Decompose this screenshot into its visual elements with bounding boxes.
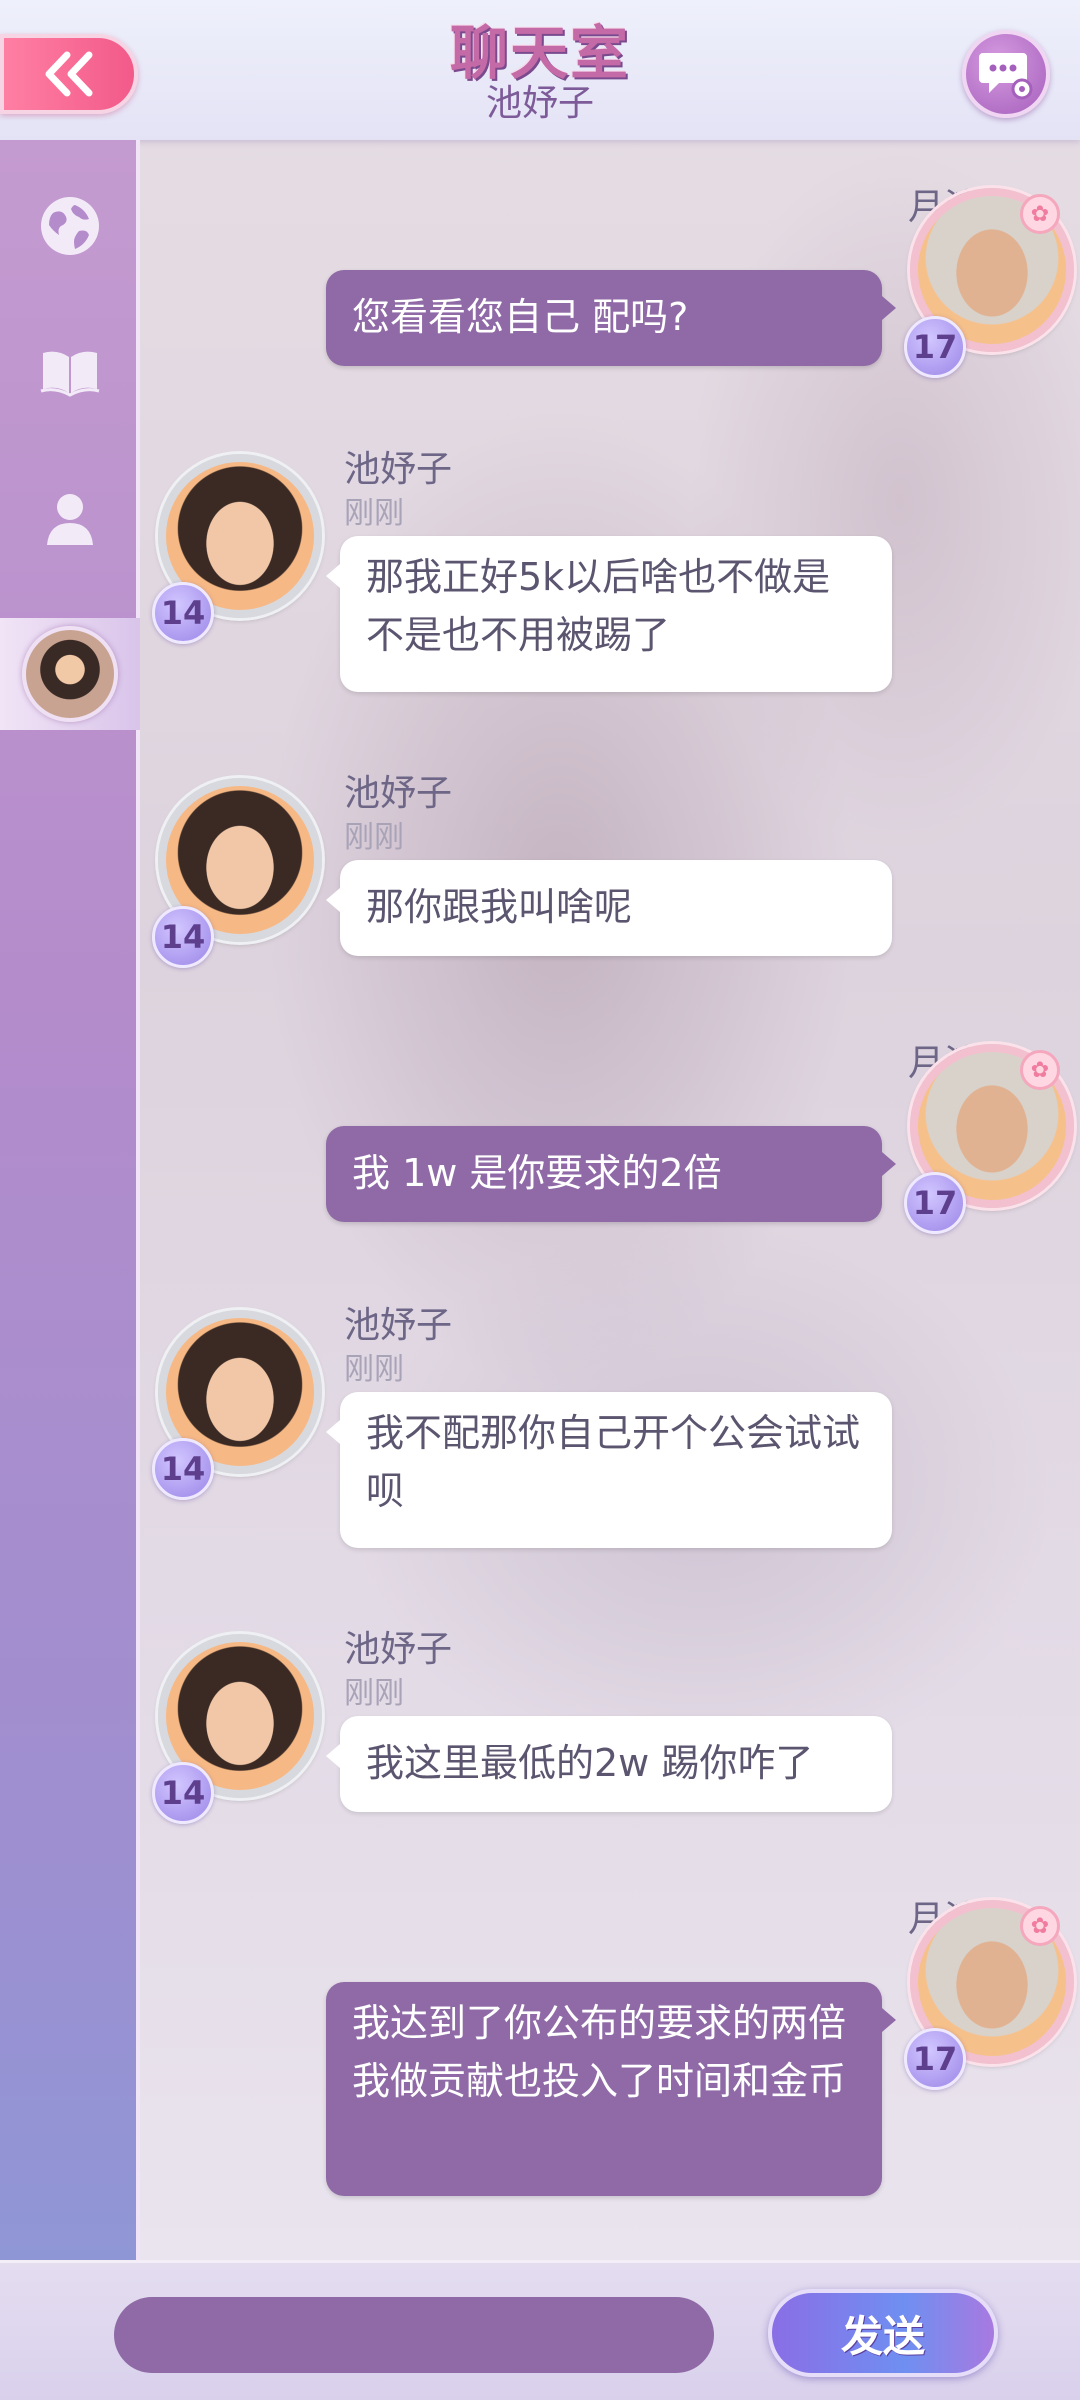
level-badge: 17 bbox=[904, 2028, 966, 2090]
sender-name: 池妤子 bbox=[344, 1305, 453, 1346]
message-bubble[interactable]: 我 1w 是你要求的2倍 bbox=[326, 1126, 896, 1222]
message-bubble[interactable]: 我达到了你公布的要求的两倍 我做贡献也投入了时间和金币 bbox=[326, 1982, 896, 2196]
sender-name: 池妤子 bbox=[344, 773, 453, 814]
message-composer: 发送 bbox=[0, 2260, 1080, 2400]
paw-icon: ✿ bbox=[1020, 1050, 1060, 1090]
chat-message-list[interactable]: 月渡 刚刚 您看看您自己 配吗? ✿ 17 14 池妤子 刚刚 那我正好5k以后… bbox=[140, 140, 1080, 2260]
level-badge: 14 bbox=[152, 582, 214, 644]
message-time: 刚刚 bbox=[344, 1352, 404, 1387]
sender-name: 池妤子 bbox=[344, 449, 453, 490]
sender-name: 池妤子 bbox=[344, 1629, 453, 1670]
header-bar: 聊天室 池妤子 bbox=[0, 0, 1080, 140]
sidebar-item-private-chat[interactable] bbox=[0, 618, 140, 730]
message-bubble[interactable]: 我不配那你自己开个公会试试呗 bbox=[326, 1392, 892, 1548]
message-time: 刚刚 bbox=[344, 820, 404, 855]
paw-icon: ✿ bbox=[1020, 194, 1060, 234]
message-bubble[interactable]: 我这里最低的2w 踢你咋了 bbox=[326, 1716, 892, 1812]
sidebar-item-book[interactable] bbox=[0, 312, 140, 432]
message-time: 刚刚 bbox=[344, 496, 404, 531]
chat-settings-button[interactable] bbox=[962, 30, 1050, 118]
level-badge: 14 bbox=[152, 1762, 214, 1824]
avatar bbox=[22, 626, 118, 722]
level-badge: 17 bbox=[904, 316, 966, 378]
level-badge: 17 bbox=[904, 1172, 966, 1234]
sidebar-item-friends[interactable] bbox=[0, 458, 140, 578]
channel-sidebar bbox=[0, 140, 140, 2260]
message-bubble[interactable]: 那我正好5k以后啥也不做是不是也不用被踢了 bbox=[326, 536, 892, 692]
sidebar-item-world[interactable] bbox=[0, 166, 140, 286]
paw-icon: ✿ bbox=[1020, 1906, 1060, 1946]
message-input[interactable] bbox=[114, 2297, 714, 2373]
message-bubble[interactable]: 您看看您自己 配吗? bbox=[326, 270, 896, 366]
book-icon bbox=[40, 351, 100, 397]
level-badge: 14 bbox=[152, 906, 214, 968]
message-bubble[interactable]: 那你跟我叫啥呢 bbox=[326, 860, 892, 956]
globe-icon bbox=[41, 197, 99, 255]
chat-settings-icon bbox=[979, 53, 1033, 100]
send-button[interactable]: 发送 bbox=[768, 2289, 998, 2377]
person-icon bbox=[47, 494, 93, 545]
chat-partner-name: 池妤子 bbox=[485, 83, 594, 124]
message-time: 刚刚 bbox=[344, 1676, 404, 1711]
level-badge: 14 bbox=[152, 1438, 214, 1500]
